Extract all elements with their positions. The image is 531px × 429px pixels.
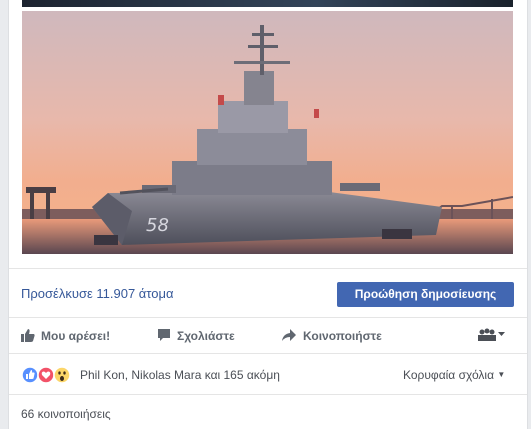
promotion-row: Προσέλκυσε 11.907 άτομα Προώθηση δημοσίε… (9, 268, 527, 318)
post-photo[interactable]: 58 (22, 11, 513, 254)
comment-label: Σχολιάστε (177, 329, 235, 343)
comment-sort-label: Κορυφαία σχόλια (403, 368, 495, 382)
shares-count[interactable]: 66 κοινοποιήσεις (21, 407, 111, 421)
boost-post-button[interactable]: Προώθηση δημοσίευσης (337, 282, 514, 307)
share-label: Κοινοποιήστε (303, 329, 382, 343)
reach-link[interactable]: Προσέλκυσε 11.907 άτομα (21, 286, 173, 301)
reactions-summary[interactable]: Phil Kon, Nikolas Mara και 165 ακόμη (80, 368, 280, 382)
audience-selector[interactable] (477, 318, 511, 354)
comment-button[interactable]: Σχολιάστε (157, 318, 235, 354)
comment-icon (157, 328, 171, 345)
love-reaction-icon (37, 366, 55, 384)
previous-photo-strip[interactable] (22, 0, 513, 7)
hull-number: 58 (146, 215, 169, 236)
like-label: Μου αρέσει! (41, 329, 111, 343)
caret-down-icon: ▼ (497, 370, 506, 379)
thumbs-up-icon (21, 328, 35, 345)
wow-reaction-icon (53, 366, 71, 384)
share-arrow-icon (281, 328, 297, 345)
share-button[interactable]: Κοινοποιήστε (281, 318, 382, 354)
like-button[interactable]: Μου αρέσει! (21, 318, 110, 354)
post-card: 58 Προσέλκυσε 11.907 άτομα Προώθηση δημο… (8, 0, 528, 429)
reaction-icons[interactable] (21, 365, 81, 385)
like-reaction-icon (21, 366, 39, 384)
audience-icon (477, 328, 505, 345)
reactions-row: Phil Kon, Nikolas Mara και 165 ακόμη Κορ… (9, 355, 527, 395)
comment-sort-dropdown[interactable]: Κορυφαία σχόλια ▼ (403, 368, 505, 382)
post-actions: Μου αρέσει! Σχολιάστε Κοινοποιήστε (9, 318, 527, 354)
